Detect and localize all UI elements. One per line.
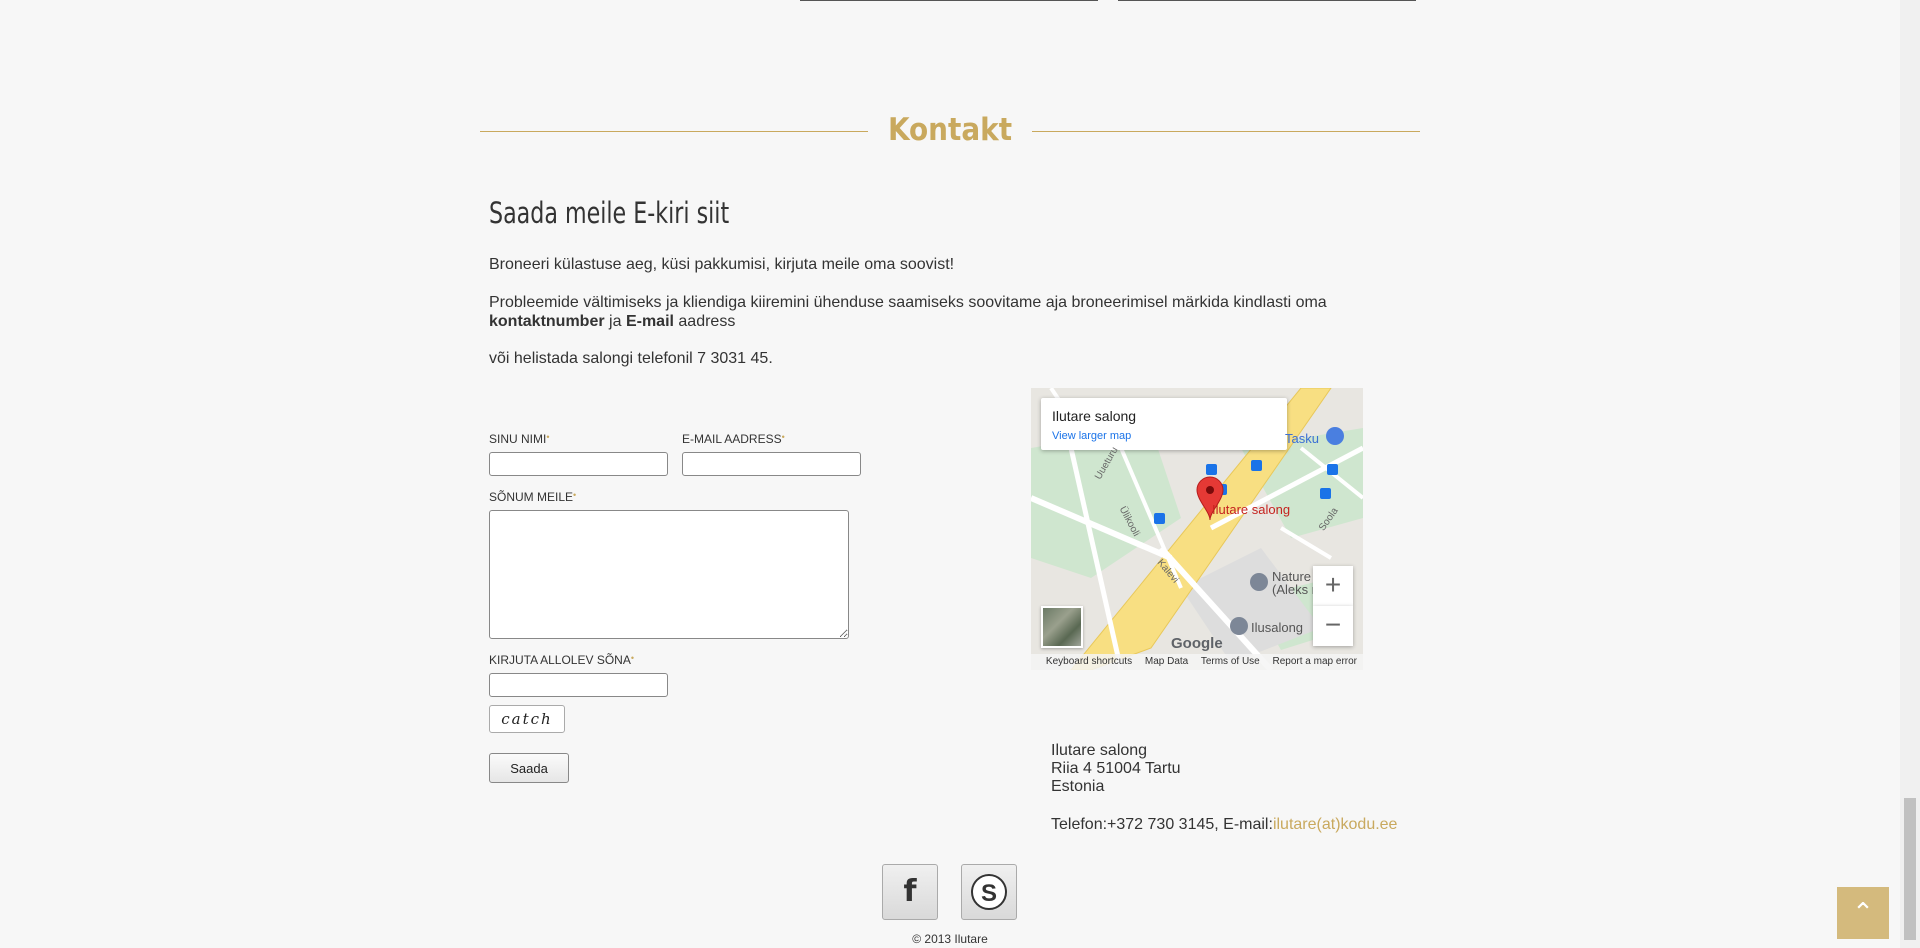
facebook-button[interactable]: f (882, 864, 938, 920)
map-info-card: Ilutare salong View larger map (1041, 398, 1287, 450)
captcha-field[interactable] (489, 673, 668, 697)
skype-button[interactable]: S (961, 864, 1017, 920)
email-link[interactable]: ilutare(at)kodu.ee (1273, 816, 1398, 833)
museum-poi-icon (1250, 573, 1268, 591)
copyright: © 2013 Ilutare (912, 932, 988, 946)
contact-phone-line: või helistada salongi telefonil 7 3031 4… (489, 350, 773, 367)
terms-link[interactable]: Terms of Use (1201, 656, 1260, 667)
map-poi-tasku: Tasku (1285, 431, 1319, 446)
captcha-label: KIRJUTA ALLOLEV SÕNA• (489, 653, 634, 667)
page-scrollbar[interactable] (1900, 0, 1920, 948)
section-heading: Kontakt (480, 108, 1420, 152)
scrollbar-thumb[interactable] (1904, 798, 1916, 940)
map-poi-ilusalong: Ilusalong (1251, 620, 1304, 635)
shopping-poi-icon (1326, 427, 1344, 445)
email-field[interactable] (682, 452, 861, 476)
map-embed[interactable]: Ilutare salong View larger map Ilutare s… (1031, 388, 1363, 670)
bus-stop-icon (1154, 513, 1165, 524)
keyboard-shortcuts-link[interactable]: Keyboard shortcuts (1046, 656, 1132, 667)
contact-heading: Saada meile E-kiri siit (489, 196, 730, 230)
contact-notice: Probleemide vältimiseks ja kliendiga kii… (489, 294, 1327, 330)
name-field[interactable] (489, 452, 668, 476)
message-field[interactable] (489, 510, 849, 639)
bus-stop-icon (1251, 460, 1262, 471)
map-place-name: Ilutare salong (1052, 408, 1137, 424)
bus-stop-icon (1327, 464, 1338, 475)
location-pin-dot (1206, 486, 1214, 494)
bus-stop-icon (1206, 464, 1217, 475)
skype-icon: S (971, 874, 1007, 910)
submit-button[interactable]: Saada (489, 753, 569, 783)
zoom-out-button[interactable]: − (1313, 606, 1353, 646)
contact-intro: Broneeri külastuse aeg, küsi pakkumisi, … (489, 256, 955, 273)
bus-stop-icon (1320, 488, 1331, 499)
name-label: SINU NIMI• (489, 432, 550, 446)
view-larger-map-link[interactable]: View larger map (1052, 430, 1131, 442)
google-logo: Google (1171, 635, 1223, 652)
chevron-up-icon: ⌃ (1852, 897, 1874, 927)
zoom-in-button[interactable]: + (1313, 566, 1353, 606)
previous-section-divider-left (800, 0, 1098, 1)
email-label: E-MAIL AADRESS• (682, 432, 785, 446)
map-data-link[interactable]: Map Data (1145, 656, 1188, 667)
report-error-link[interactable]: Report a map error (1273, 656, 1357, 667)
address-block: Ilutare salong Riia 4 51004 Tartu Estoni… (1051, 742, 1181, 795)
message-label: SÕNUM MEILE• (489, 490, 577, 504)
facebook-icon: f (903, 874, 917, 909)
previous-section-divider-right (1118, 0, 1416, 1)
scroll-to-top-button[interactable]: ⌃ (1837, 887, 1889, 939)
salon-poi-icon (1230, 617, 1248, 635)
captcha-image: catch (489, 705, 565, 733)
satellite-toggle[interactable] (1041, 606, 1083, 648)
section-title: Kontakt (480, 108, 1420, 152)
map-footer: Keyboard shortcuts Map Data Terms of Use… (1031, 654, 1363, 670)
address-contact: Telefon:+372 730 3145, E-mail:ilutare(at… (1051, 816, 1398, 833)
map-pin-label: Ilutare salong (1212, 502, 1291, 517)
